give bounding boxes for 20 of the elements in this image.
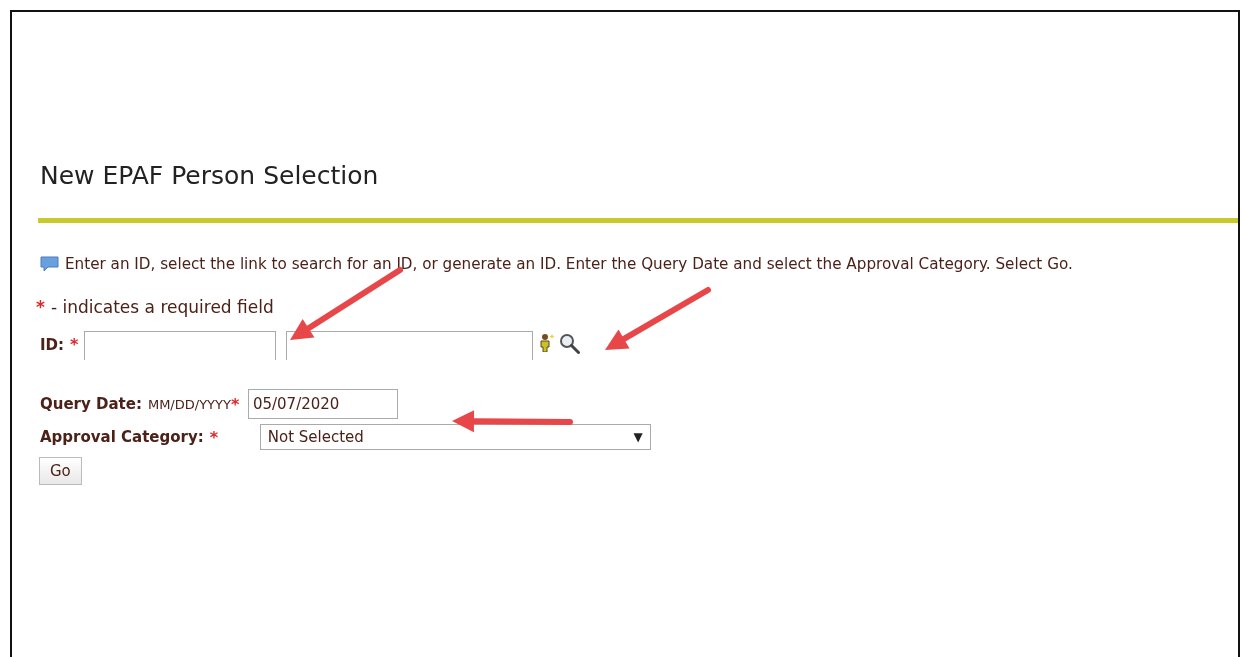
- page-title: New EPAF Person Selection: [40, 160, 380, 192]
- go-button[interactable]: Go: [39, 457, 82, 485]
- id-input[interactable]: [84, 331, 277, 360]
- required-mark: *: [70, 335, 79, 354]
- id-input[interactable]: [286, 331, 534, 360]
- date-input[interactable]: 05/07/2020: [247, 389, 398, 419]
- required-note: - indicates a required field: [50, 297, 274, 317]
- required-mark: *: [36, 297, 45, 317]
- person-icon[interactable]: [539, 333, 556, 352]
- speech-bubble-icon: [40, 256, 59, 272]
- field-label: ID:: [40, 336, 65, 354]
- field-label: Approval Category:: [40, 428, 204, 446]
- category-dropdown[interactable]: Not Selected ▼: [259, 424, 651, 450]
- instruction-text: Enter an ID, select the link to search for an ID, or generate an ID. Enter the Query Date and select the Approval Category. Select Go.: [65, 255, 1073, 273]
- caret-icon: ▼: [633, 430, 643, 444]
- required-mark: *: [209, 427, 220, 447]
- field-label: Query Date:: [40, 395, 142, 413]
- search-icon[interactable]: [559, 333, 582, 354]
- required-mark: *: [230, 394, 241, 414]
- format-hint: MM/DD/YYYY: [147, 396, 231, 412]
